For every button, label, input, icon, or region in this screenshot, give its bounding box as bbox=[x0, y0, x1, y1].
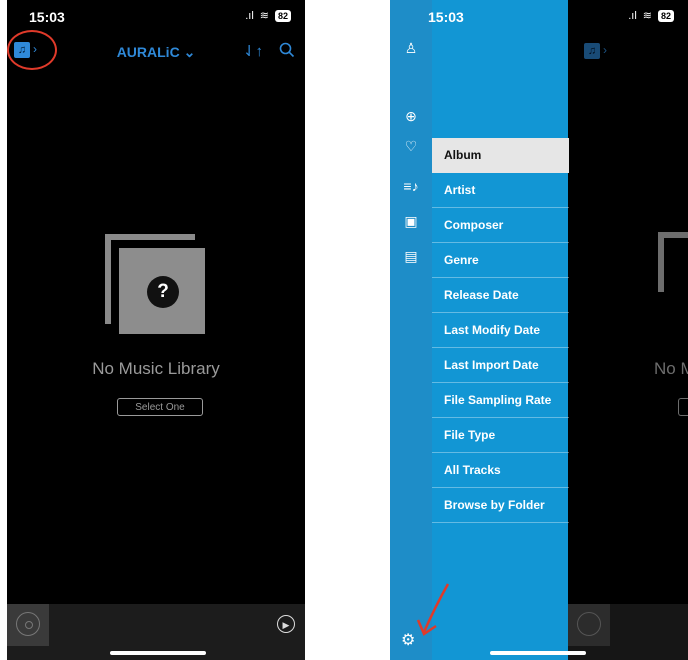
menu-item-artist[interactable]: Artist bbox=[432, 173, 569, 208]
playlist-icon[interactable]: ≡♪ bbox=[390, 178, 432, 194]
disc-icon-behind bbox=[568, 604, 610, 646]
music-library-icon-behind: ♫ bbox=[584, 43, 600, 59]
status-indicators-right: .ıl ≋ 82 bbox=[628, 9, 674, 22]
status-bar: 15:03 .ıl ≋ 82 bbox=[7, 0, 305, 30]
empty-library-artwork-behind bbox=[658, 232, 688, 292]
menu-item-browse-by-folder[interactable]: Browse by Folder bbox=[432, 488, 569, 523]
menu-item-album[interactable]: Album bbox=[432, 138, 569, 173]
nav-bar: ♫ › AURALiC ⌄ ⇃↑ bbox=[7, 30, 305, 72]
select-one-button[interactable]: Select One bbox=[117, 398, 203, 416]
player-bar-behind bbox=[568, 604, 688, 660]
status-time-right: 15:03 bbox=[428, 9, 464, 25]
phone-screen-right: ♙ ⊕ ♡ ≡♪ ▣ ▤ ⚙ 15:03 .ıl ≋ 82 Album Arti… bbox=[390, 0, 688, 660]
search-icon[interactable] bbox=[279, 42, 295, 63]
sort-icon[interactable]: ⇃↑ bbox=[243, 42, 263, 60]
library-icon[interactable]: ▣ bbox=[390, 213, 432, 230]
select-one-button-behind bbox=[678, 398, 688, 416]
wifi-icon: ≋ bbox=[259, 10, 269, 22]
signal-icon: .ıl bbox=[245, 9, 254, 22]
question-icon: ? bbox=[147, 276, 179, 308]
empty-library-artwork: ? bbox=[105, 234, 205, 334]
play-icon[interactable]: ▶ bbox=[277, 615, 295, 633]
menu-item-file-type[interactable]: File Type bbox=[432, 418, 569, 453]
radio-icon[interactable]: ▤ bbox=[390, 248, 432, 265]
disc-icon[interactable] bbox=[7, 604, 49, 646]
menu-item-last-modify-date[interactable]: Last Modify Date bbox=[432, 313, 569, 348]
menu-item-composer[interactable]: Composer bbox=[432, 208, 569, 243]
login-icon[interactable]: ⊕ bbox=[390, 108, 432, 125]
battery-icon: 82 bbox=[274, 9, 291, 22]
menu-item-genre[interactable]: Genre bbox=[432, 243, 569, 278]
menu-item-last-import-date[interactable]: Last Import Date bbox=[432, 348, 569, 383]
empty-message: No Music Library bbox=[92, 359, 220, 378]
battery-icon: 82 bbox=[657, 9, 674, 22]
status-time: 15:03 bbox=[29, 9, 65, 25]
heart-icon[interactable]: ♡ bbox=[390, 138, 432, 155]
gear-icon[interactable]: ⚙ bbox=[401, 630, 415, 650]
red-arrow-annotation bbox=[416, 583, 450, 636]
browse-menu: Album Artist Composer Genre Release Date… bbox=[432, 138, 569, 523]
menu-item-file-sampling-rate[interactable]: File Sampling Rate bbox=[432, 383, 569, 418]
device-title: AURALiC bbox=[116, 44, 180, 60]
status-indicators: .ıl ≋ 82 bbox=[245, 9, 291, 22]
home-indicator-right[interactable] bbox=[490, 651, 586, 655]
chevron-right-icon-behind: › bbox=[603, 43, 607, 57]
home-indicator[interactable] bbox=[110, 651, 206, 655]
chevron-down-icon: ⌄ bbox=[183, 44, 196, 60]
menu-item-release-date[interactable]: Release Date bbox=[432, 278, 569, 313]
status-bar-right: 15:03 .ıl ≋ 82 bbox=[390, 0, 688, 30]
wifi-icon: ≋ bbox=[642, 10, 652, 22]
menu-item-all-tracks[interactable]: All Tracks bbox=[432, 453, 569, 488]
empty-message-behind: No M bbox=[654, 359, 688, 378]
user-icon[interactable]: ♙ bbox=[390, 40, 432, 57]
side-rail: ♙ ⊕ ♡ ≡♪ ▣ ▤ ⚙ bbox=[390, 0, 432, 660]
signal-icon: .ıl bbox=[628, 9, 637, 22]
phone-screen-left: 15:03 .ıl ≋ 82 ♫ › AURALiC ⌄ ⇃↑ ? No Mus… bbox=[7, 0, 305, 660]
